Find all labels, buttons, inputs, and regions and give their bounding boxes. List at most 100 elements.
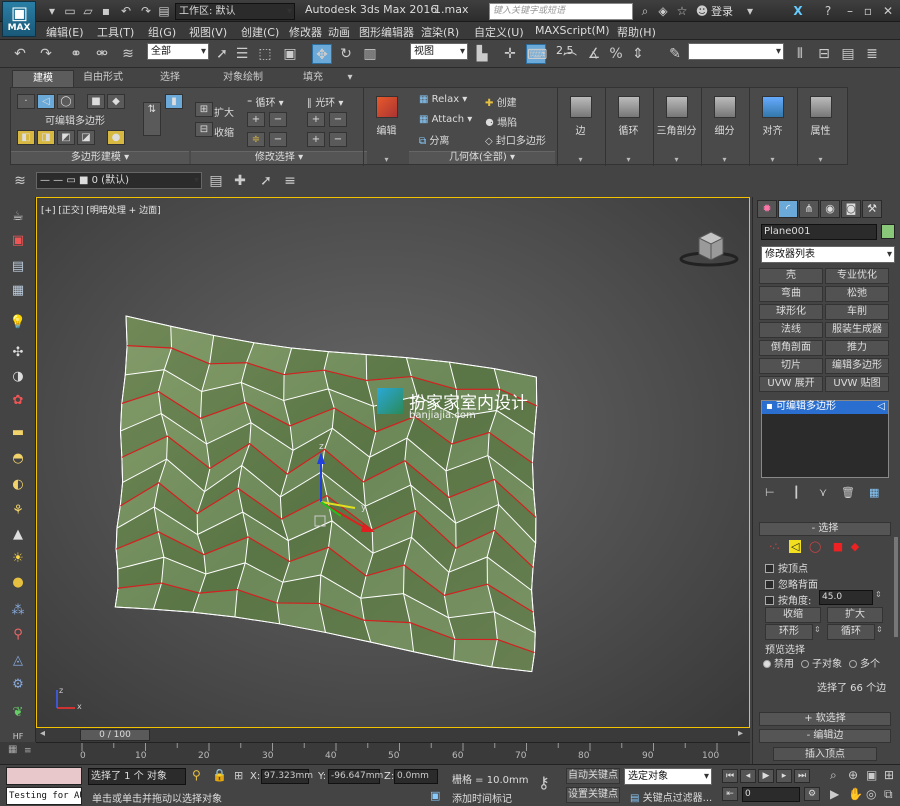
menu-views[interactable]: 视图(V): [189, 24, 227, 40]
prev-key-icon[interactable]: ◂: [740, 769, 756, 783]
ignore-backfacing-checkbox[interactable]: 忽略背面: [765, 576, 818, 591]
modify-mode-icon[interactable]: ◧: [17, 130, 35, 145]
bind-space-warp-icon[interactable]: ≋: [118, 44, 138, 64]
ribbon-options-icon[interactable]: ▾: [340, 70, 360, 87]
edge-mode-icon[interactable]: ◁: [37, 94, 55, 109]
tab-selection[interactable]: 选择: [150, 70, 190, 87]
triangle-icon[interactable]: ◬: [8, 651, 28, 671]
mini-curve-icon[interactable]: ▦: [8, 744, 17, 755]
z-coordinate-input[interactable]: 0.0mm: [394, 769, 438, 784]
loop-button[interactable]: 循环: [827, 624, 875, 640]
maximize-icon[interactable]: ▫: [860, 3, 876, 19]
orbit-icon[interactable]: ◎: [866, 787, 876, 801]
panel-scrollbar[interactable]: [894, 537, 898, 637]
ring-minus-icon[interactable]: −: [329, 132, 347, 147]
modifier-button[interactable]: 弯曲: [759, 286, 823, 302]
ring-button[interactable]: 环形: [765, 624, 813, 640]
menu-help[interactable]: 帮助(H): [617, 24, 656, 40]
play-icon[interactable]: ▶: [758, 769, 774, 783]
torus-icon[interactable]: ●: [8, 573, 28, 593]
pivot-center-icon[interactable]: ▙: [472, 44, 492, 64]
shrink-button[interactable]: 收缩: [765, 607, 821, 623]
nurms-icon[interactable]: ◪: [77, 130, 95, 145]
dropdown-arrow-icon[interactable]: ▾: [44, 3, 60, 19]
collapse-button[interactable]: ⚈ 塌陷: [485, 114, 517, 129]
vertex-mode-icon[interactable]: ·: [17, 94, 35, 109]
favorites-star-icon[interactable]: ☆: [674, 3, 690, 19]
shrink-label[interactable]: 收缩: [214, 124, 234, 139]
render-frame-icon[interactable]: ▣: [8, 231, 28, 251]
fov-icon[interactable]: ▶: [830, 787, 839, 801]
undo-icon[interactable]: ↶: [118, 3, 134, 19]
modifier-button[interactable]: 壳: [759, 268, 823, 284]
loop-shrink-icon[interactable]: −: [269, 112, 287, 127]
login-dropdown-icon[interactable]: ▾: [742, 3, 758, 19]
app-logo-button[interactable]: ▣ MAX: [2, 1, 36, 37]
rectangular-selection-icon[interactable]: ⬚: [255, 44, 275, 64]
select-and-rotate-icon[interactable]: ↻: [336, 44, 356, 64]
element-subobj-icon[interactable]: ◆: [851, 540, 859, 553]
modifier-button[interactable]: 服装生成器: [825, 322, 889, 338]
pin-stack-icon[interactable]: ▮: [165, 94, 183, 109]
by-angle-checkbox[interactable]: 按角度:: [765, 592, 811, 607]
tab-populate[interactable]: 填充: [296, 70, 330, 87]
modify-panel-tab[interactable]: ◜: [778, 200, 798, 218]
ring-spinner-icon[interactable]: ⇕: [814, 625, 821, 634]
layer-dropdown[interactable]: — — ▭ ■ 0 (默认): [36, 172, 202, 189]
border-mode-icon[interactable]: ◯: [57, 94, 75, 109]
maximize-viewport-icon[interactable]: ⧉: [884, 787, 893, 802]
zoom-extents-all-icon[interactable]: ⊞: [884, 768, 894, 782]
layer-explorer-icon[interactable]: ≣: [862, 44, 882, 64]
x-coordinate-input[interactable]: 97.323mm: [261, 769, 313, 784]
loop-label[interactable]: ⁼ 循环 ▾: [247, 94, 284, 109]
layer-manager-icon[interactable]: ≋: [10, 171, 30, 191]
render-setup-icon[interactable]: ▤: [8, 257, 28, 277]
select-in-layer-icon[interactable]: ➚: [256, 171, 276, 191]
modifier-button[interactable]: 球形化: [759, 304, 823, 320]
y-coordinate-input[interactable]: -96.647mm: [328, 769, 383, 784]
select-and-scale-icon[interactable]: ▥: [360, 44, 380, 64]
save-file-icon[interactable]: ▪: [98, 3, 114, 19]
key-mode-icon[interactable]: ⇤: [722, 787, 738, 801]
object-color-swatch[interactable]: [881, 224, 895, 239]
angle-input[interactable]: 45.0: [819, 590, 873, 605]
edit-named-selection-icon[interactable]: ✎: [665, 44, 685, 64]
grow-button[interactable]: 扩大: [827, 607, 883, 623]
element-mode-icon[interactable]: ◆: [107, 94, 125, 109]
modifier-button[interactable]: 车削: [825, 304, 889, 320]
keyboard-shortcut-override-icon[interactable]: ⌨: [526, 44, 547, 64]
set-current-layer-icon[interactable]: ≡: [280, 171, 300, 191]
tab-modeling[interactable]: 建模: [12, 70, 74, 87]
modifier-button[interactable]: 松弛: [825, 286, 889, 302]
modifier-button[interactable]: 法线: [759, 322, 823, 338]
ring-shrink-icon[interactable]: −: [329, 112, 347, 127]
selection-rollout-header[interactable]: - 选择: [759, 522, 891, 536]
redo-icon[interactable]: ↷: [36, 44, 56, 64]
modifier-stack[interactable]: ▪ 可编辑多边形 ◁: [761, 400, 889, 478]
menu-edit[interactable]: 编辑(E): [46, 24, 84, 40]
zoom-extents-icon[interactable]: ▣: [866, 768, 877, 782]
tab-object-paint[interactable]: 对象绘制: [218, 70, 268, 87]
menu-modifiers[interactable]: 修改器: [289, 24, 322, 40]
next-frame-icon[interactable]: ▸: [738, 728, 743, 739]
next-key-icon[interactable]: ▸: [776, 769, 792, 783]
add-to-layer-icon[interactable]: ✚: [230, 171, 250, 191]
pan-icon[interactable]: ✋: [848, 787, 863, 801]
border-subobj-icon[interactable]: ◯: [809, 540, 821, 553]
use-displace-icon[interactable]: ●: [107, 130, 125, 145]
edit-edges-rollout[interactable]: - 编辑边: [759, 729, 891, 743]
ring-plus-icon[interactable]: +: [307, 132, 325, 147]
menu-maxscript[interactable]: MAXScript(M): [535, 24, 610, 37]
track-bar[interactable]: 0 10 20 30 40 50 60 70 80 90 100: [36, 742, 750, 764]
filter-icon[interactable]: ≡: [24, 746, 32, 756]
key-icon[interactable]: ⚷: [538, 773, 550, 792]
align-big-button[interactable]: 对齐 ▾: [749, 88, 795, 166]
zoom-all-icon[interactable]: ⊕: [848, 768, 858, 782]
time-slider-handle[interactable]: 0 / 100: [80, 729, 150, 741]
utilities-panel-tab[interactable]: ⚒: [862, 200, 882, 218]
select-by-name-icon[interactable]: ☰: [232, 44, 252, 64]
show-cage-icon[interactable]: ◩: [57, 130, 75, 145]
cone-icon[interactable]: ▲: [8, 525, 28, 545]
pin-stack-icon[interactable]: ⊢: [765, 486, 775, 499]
particle-icon[interactable]: ✿: [8, 391, 28, 411]
